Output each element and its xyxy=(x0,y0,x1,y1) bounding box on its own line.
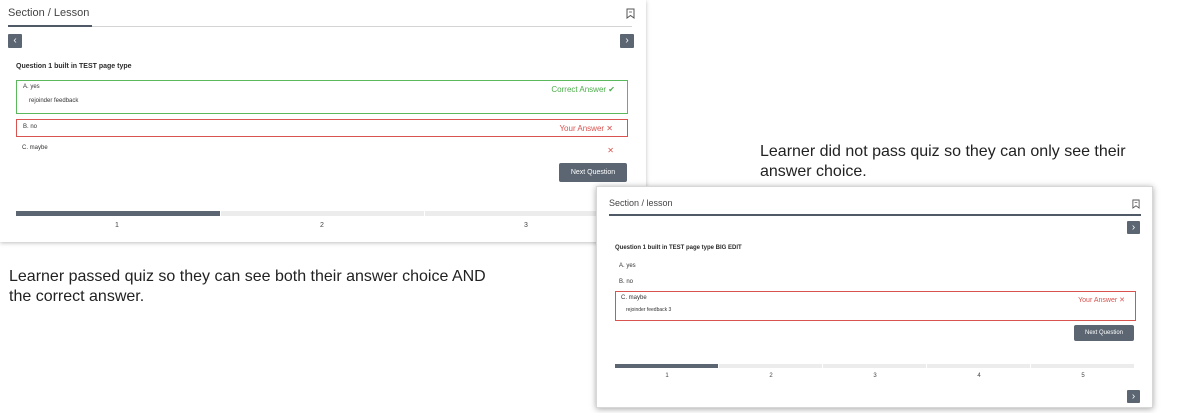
your-answer-badge: Your Answer ✕ xyxy=(1078,297,1125,304)
progress-step-1[interactable] xyxy=(16,211,220,216)
next-button[interactable]: › xyxy=(620,34,634,48)
option-label: A. yes xyxy=(23,84,40,90)
your-answer-badge: Your Answer ✕ xyxy=(559,124,613,133)
step-number: 5 xyxy=(1081,373,1085,379)
bookmark-icon[interactable] xyxy=(626,8,635,19)
header-divider xyxy=(609,214,1141,216)
option-a[interactable]: A. yes rejoinder feedback Correct Answer… xyxy=(16,80,628,114)
bookmark-icon[interactable] xyxy=(1132,199,1140,209)
progress-step-3[interactable] xyxy=(823,364,926,368)
progress-step-5[interactable] xyxy=(1031,364,1134,368)
header-divider xyxy=(8,26,632,27)
next-question-button[interactable]: Next Question xyxy=(559,163,627,182)
correct-answer-badge: Correct Answer ✔ xyxy=(551,85,615,94)
header-accent xyxy=(8,25,92,27)
step-number: 2 xyxy=(320,222,324,229)
header-title: Section / lesson xyxy=(609,198,673,208)
next-button-bottom[interactable]: › xyxy=(1127,390,1140,403)
next-question-button[interactable]: Next Question xyxy=(1074,325,1134,341)
option-c[interactable]: C. maybe rejoinder feedback 3 Your Answe… xyxy=(615,291,1136,321)
step-number: 4 xyxy=(977,373,981,379)
question-title: Question 1 built in TEST page type xyxy=(16,63,132,70)
option-label: B. no xyxy=(23,124,38,130)
wrong-icon: ✕ xyxy=(607,146,614,155)
option-label: C. maybe xyxy=(621,295,647,301)
quiz-panel-failed: Section / lesson › Question 1 built in T… xyxy=(596,186,1153,408)
option-b[interactable]: B. no Your Answer ✕ xyxy=(16,119,628,137)
option-a[interactable]: A. yes xyxy=(619,263,636,269)
option-label: C. maybe xyxy=(22,145,48,151)
question-title: Question 1 built in TEST page type BIG E… xyxy=(615,245,742,251)
progress-step-2[interactable] xyxy=(221,211,424,216)
caption-passed: Learner passed quiz so they can see both… xyxy=(9,268,486,305)
progress-step-4[interactable] xyxy=(927,364,1030,368)
next-button[interactable]: › xyxy=(1127,221,1140,234)
step-number: 3 xyxy=(524,222,528,229)
quiz-panel-passed: Section / Lesson ‹ › Question 1 built in… xyxy=(0,0,646,242)
caption-failed: Learner did not pass quiz so they can on… xyxy=(760,143,1126,180)
progress-step-2[interactable] xyxy=(719,364,822,368)
option-c[interactable]: C. maybe ✕ xyxy=(16,141,628,159)
progress-step-1[interactable] xyxy=(615,364,718,368)
step-number: 1 xyxy=(665,373,669,379)
header-title: Section / Lesson xyxy=(8,7,90,19)
step-number: 1 xyxy=(115,222,119,229)
step-number: 3 xyxy=(873,373,877,379)
option-b[interactable]: B. no xyxy=(619,279,633,285)
option-feedback: rejoinder feedback xyxy=(29,98,79,104)
option-feedback: rejoinder feedback 3 xyxy=(626,307,672,313)
step-number: 2 xyxy=(769,373,773,379)
prev-button[interactable]: ‹ xyxy=(8,34,22,48)
